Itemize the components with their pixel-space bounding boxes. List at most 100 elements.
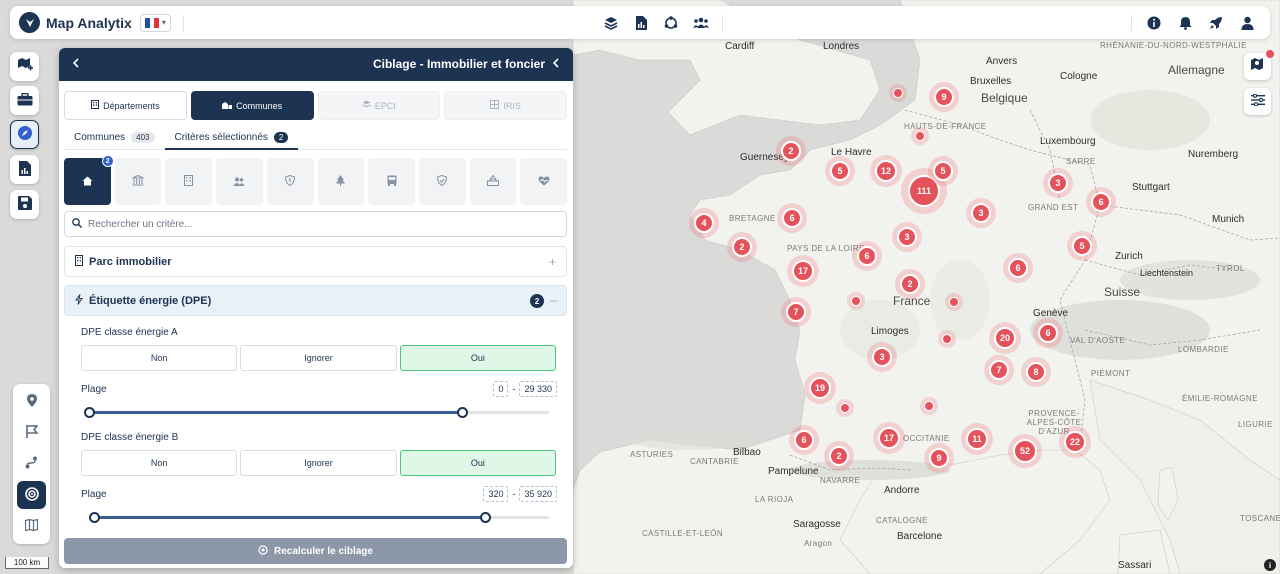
recalculate-button[interactable]: Recalculer le ciblage bbox=[64, 538, 567, 564]
tab-epci[interactable]: EPCI bbox=[317, 91, 441, 120]
map-point[interactable] bbox=[942, 334, 952, 344]
rocket-icon[interactable] bbox=[1207, 14, 1225, 32]
tab-selected-criteria[interactable]: Critères sélectionnés 2 bbox=[164, 126, 299, 150]
map-cluster[interactable]: 3 bbox=[867, 342, 897, 372]
option-non[interactable]: Non bbox=[81, 450, 238, 476]
category-environment[interactable] bbox=[317, 158, 365, 205]
shield-icon bbox=[285, 174, 296, 189]
info-icon[interactable] bbox=[1145, 14, 1163, 32]
category-health[interactable] bbox=[520, 158, 568, 205]
user-icon[interactable] bbox=[1238, 14, 1256, 32]
map-cluster[interactable]: 4 bbox=[689, 208, 719, 238]
map-cluster[interactable]: 5 bbox=[1067, 231, 1097, 261]
map-cluster[interactable]: 2 bbox=[776, 136, 806, 166]
category-education[interactable] bbox=[469, 158, 517, 205]
targeting-button[interactable] bbox=[10, 120, 39, 149]
map-cluster[interactable]: 2 bbox=[824, 441, 854, 471]
map-style-tool[interactable] bbox=[17, 512, 46, 540]
attribution-info-icon[interactable]: i bbox=[1264, 559, 1276, 571]
map-cluster[interactable]: 3 bbox=[892, 222, 922, 252]
bell-icon[interactable] bbox=[1176, 14, 1194, 32]
slider-min-handle[interactable] bbox=[88, 512, 100, 523]
option-oui[interactable]: Oui bbox=[399, 345, 556, 371]
map-cluster[interactable]: 9 bbox=[924, 443, 954, 473]
app-logo[interactable]: Map Analytix bbox=[19, 12, 132, 33]
collapse-panel-button[interactable] bbox=[549, 57, 563, 71]
tab-departements[interactable]: Départements bbox=[64, 91, 187, 120]
map-cluster[interactable]: 3 bbox=[1043, 168, 1073, 198]
map-cluster[interactable]: 7 bbox=[984, 355, 1014, 385]
save-button[interactable] bbox=[10, 190, 39, 219]
range-slider[interactable] bbox=[84, 406, 549, 418]
range-slider[interactable] bbox=[88, 511, 549, 523]
map-point[interactable] bbox=[893, 88, 903, 98]
range-max[interactable]: 35 920 bbox=[519, 486, 557, 502]
map-cluster[interactable]: 11 bbox=[961, 423, 993, 455]
target-tool[interactable] bbox=[17, 481, 46, 509]
map-point[interactable] bbox=[915, 131, 925, 141]
map-settings-button[interactable] bbox=[1244, 88, 1271, 115]
criteria-search-input[interactable] bbox=[88, 218, 566, 230]
map-point[interactable] bbox=[949, 297, 959, 307]
map-cluster[interactable]: 6 bbox=[1086, 187, 1116, 217]
tab-iris[interactable]: IRIS bbox=[444, 91, 567, 120]
category-transport[interactable] bbox=[368, 158, 415, 205]
range-min[interactable]: 0 bbox=[493, 381, 509, 397]
map-cluster[interactable]: 7 bbox=[781, 297, 811, 327]
slider-max-handle[interactable] bbox=[456, 407, 468, 418]
map-cluster[interactable]: 6 bbox=[1003, 253, 1033, 283]
map-cluster[interactable]: 9 bbox=[929, 82, 959, 112]
map-cluster[interactable]: 6 bbox=[1033, 318, 1063, 348]
tab-communes[interactable]: Communes bbox=[190, 91, 314, 120]
category-safety[interactable] bbox=[418, 158, 466, 205]
option-oui[interactable]: Oui bbox=[399, 450, 556, 476]
category-housing[interactable]: 2 bbox=[64, 155, 114, 205]
map-cluster[interactable]: 2 bbox=[727, 232, 757, 262]
map-cluster[interactable]: 5 bbox=[928, 156, 958, 186]
flag-tool[interactable] bbox=[17, 419, 46, 447]
map-cluster[interactable]: 20 bbox=[989, 322, 1021, 354]
map-cluster[interactable]: 12 bbox=[870, 155, 902, 187]
map-cluster[interactable]: 17 bbox=[787, 255, 819, 287]
users-icon[interactable] bbox=[692, 14, 710, 32]
map-cluster[interactable]: 3 bbox=[966, 198, 996, 228]
map-cluster[interactable]: 22 bbox=[1059, 426, 1091, 458]
section-parc-immobilier[interactable]: Parc immobilier + bbox=[64, 246, 567, 277]
map-legend-button[interactable] bbox=[1244, 50, 1274, 80]
range-max[interactable]: 29 330 bbox=[519, 381, 557, 397]
map-point[interactable] bbox=[924, 401, 934, 411]
report-button[interactable] bbox=[10, 155, 39, 184]
map-cluster[interactable]: 5 bbox=[825, 156, 855, 186]
slider-max-handle[interactable] bbox=[479, 512, 491, 523]
category-security[interactable] bbox=[266, 158, 314, 205]
map-cluster[interactable]: 8 bbox=[1021, 357, 1051, 387]
map-cluster[interactable]: 52 bbox=[1008, 434, 1042, 468]
back-button[interactable] bbox=[69, 57, 83, 71]
option-ignorer[interactable]: Ignorer bbox=[240, 345, 397, 371]
map-cluster[interactable]: 17 bbox=[873, 422, 905, 454]
option-ignorer[interactable]: Ignorer bbox=[240, 450, 397, 476]
tab-communes-list[interactable]: Communes 403 bbox=[64, 126, 165, 149]
language-selector[interactable]: ▾ bbox=[139, 13, 171, 32]
map-add-button[interactable] bbox=[10, 52, 39, 81]
map-cluster[interactable]: 19 bbox=[804, 372, 836, 404]
map-cluster[interactable]: 6 bbox=[852, 241, 882, 271]
map-cluster[interactable]: 6 bbox=[789, 425, 819, 455]
map-cluster[interactable]: 2 bbox=[895, 269, 925, 299]
layers-icon[interactable] bbox=[602, 14, 620, 32]
portfolio-button[interactable] bbox=[10, 86, 39, 115]
range-min[interactable]: 320 bbox=[483, 486, 509, 502]
map-point[interactable] bbox=[851, 296, 861, 306]
network-icon[interactable] bbox=[662, 14, 680, 32]
section-etiquette-energie[interactable]: Étiquette énergie (DPE) 2 – bbox=[64, 285, 567, 316]
report-icon[interactable] bbox=[632, 14, 650, 32]
option-non[interactable]: Non bbox=[81, 345, 238, 371]
category-offices[interactable] bbox=[165, 158, 213, 205]
category-population[interactable] bbox=[216, 158, 263, 205]
route-tool[interactable] bbox=[17, 450, 46, 478]
pin-tool[interactable] bbox=[17, 388, 46, 416]
category-banks[interactable] bbox=[114, 158, 162, 205]
slider-min-handle[interactable] bbox=[84, 407, 95, 418]
map-point[interactable] bbox=[840, 403, 850, 413]
map-cluster[interactable]: 6 bbox=[777, 203, 807, 233]
